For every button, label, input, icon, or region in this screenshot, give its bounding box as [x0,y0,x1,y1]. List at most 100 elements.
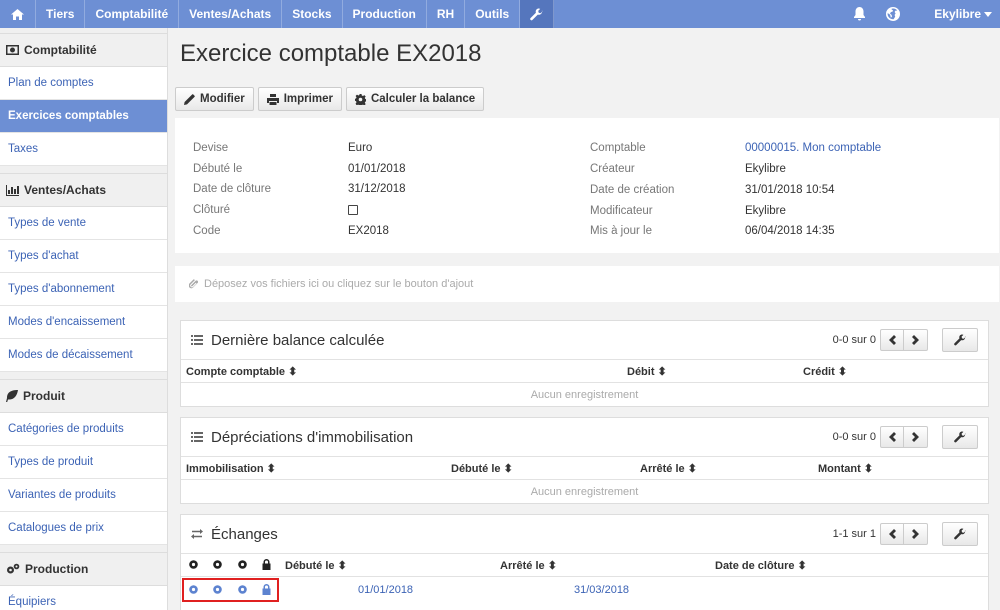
paperclip-icon [189,278,198,288]
column-debute-le[interactable]: Débuté le ⬍ [285,559,347,572]
sidebar-item-modes-de-decaissement[interactable]: Modes de décaissement [0,339,167,372]
table-header: Compte comptable ⬍ Débit ⬍ Crédit ⬍ [181,360,988,383]
top-navbar: Tiers Comptabilité Ventes/Achats Stocks … [0,0,1000,28]
label-cloture: Clôturé [193,204,231,216]
pager: 0-0 sur 0 [833,328,978,352]
value-mis-a-jour-le: 06/04/2018 14:35 [745,225,835,237]
highlight-box [182,578,279,602]
record-count: 0-0 sur 0 [832,431,876,443]
label-createur: Créateur [590,163,635,175]
nav-outils[interactable]: Outils [465,0,521,28]
panel-header: Échanges 1-1 sur 1 [181,515,988,554]
label-modificateur: Modificateur [590,205,653,217]
language-button[interactable] [876,0,910,28]
nav-settings[interactable] [520,0,555,28]
file-dropzone[interactable]: Déposez vos fichiers ici ou cliquez sur … [175,266,999,302]
panel-title: Dépréciations d'immobilisation [211,428,414,446]
table-settings-button[interactable] [942,522,978,546]
edit-button[interactable]: Modifier [175,87,254,111]
sidebar-item-taxes[interactable]: Taxes [0,133,167,166]
nav-production[interactable]: Production [343,0,427,28]
next-page-button[interactable] [904,329,928,351]
column-compte-comptable[interactable]: Compte comptable ⬍ [186,365,297,378]
panel-title: Dernière balance calculée [211,331,385,349]
label-devise: Devise [193,142,229,154]
row-end-date-link[interactable]: 31/03/2018 [574,584,629,596]
value-comptable-link[interactable]: 00000015. Mon comptable [745,142,881,154]
panel-depreciations: Dépréciations d'immobilisation 0-0 sur 0… [180,417,989,504]
gear-icon [354,93,366,105]
sidebar-group-produit: Produit [0,380,167,413]
sidebar-item-variantes-de-produits[interactable]: Variantes de produits [0,479,167,512]
table-header: Débuté le ⬍ Arrêté le ⬍ Date de clôture … [181,554,988,577]
column-arrete-le[interactable]: Arrêté le ⬍ [500,559,557,572]
wrench-icon [954,528,966,540]
nav-stocks[interactable]: Stocks [282,0,343,28]
sidebar-item-types-de-vente[interactable]: Types de vente [0,207,167,240]
column-arrete-le[interactable]: Arrêté le ⬍ [640,462,697,475]
nav-tiers[interactable]: Tiers [36,0,86,28]
notifications-button[interactable] [843,0,876,28]
column-montant[interactable]: Montant ⬍ [818,462,873,475]
pager: 1-1 sur 1 [833,522,978,546]
sidebar-item-categories-de-produits[interactable]: Catégories de produits [0,413,167,446]
sidebar-item-catalogues-de-prix[interactable]: Catalogues de prix [0,512,167,545]
table-settings-button[interactable] [942,425,978,449]
label-mis-a-jour-le: Mis à jour le [590,225,652,237]
wrench-icon [954,431,966,443]
user-name: Ekylibre [934,7,981,21]
empty-message: Aucun enregistrement [530,485,639,498]
calculate-balance-button[interactable]: Calculer la balance [345,87,485,111]
panel-header: Dernière balance calculée 0-0 sur 0 [181,321,988,360]
record-count: 0-0 sur 0 [832,334,876,346]
nav-home[interactable] [0,0,36,28]
chevron-right-icon [912,335,919,345]
list-icon [191,335,203,345]
column-credit[interactable]: Crédit ⬍ [803,365,847,378]
value-cloture [348,204,358,216]
column-immobilisation[interactable]: Immobilisation ⬍ [186,462,276,475]
sidebar-item-modes-d-encaissement[interactable]: Modes d'encaissement [0,306,167,339]
sidebar-item-types-d-achat[interactable]: Types d'achat [0,240,167,273]
next-page-button[interactable] [904,523,928,545]
previous-page-button[interactable] [880,426,904,448]
cloture-checkbox [348,204,358,215]
home-icon [11,8,24,20]
sidebar-item-exercices-comptables[interactable]: Exercices comptables [0,100,167,133]
sidebar-item-plan-de-comptes[interactable]: Plan de comptes [0,67,167,100]
record-count: 1-1 sur 1 [832,528,876,540]
caret-down-icon [984,11,992,17]
sidebar-item-equipiers[interactable]: Équipiers [0,586,167,610]
panel-title: Échanges [211,525,278,543]
pencil-icon [184,93,195,105]
globe-icon [886,7,901,21]
nav-rh[interactable]: RH [427,0,466,28]
user-menu[interactable]: Ekylibre [910,0,1000,28]
gear-icon [213,560,222,569]
table-settings-button[interactable] [942,328,978,352]
value-createur: Ekylibre [745,163,786,175]
value-devise: Euro [348,142,373,154]
pager: 0-0 sur 0 [833,425,978,449]
column-date-de-cloture[interactable]: Date de clôture ⬍ [715,559,807,572]
value-date-de-creation: 31/01/2018 10:54 [745,184,835,196]
label-date-de-creation: Date de création [590,184,675,196]
next-page-button[interactable] [904,426,928,448]
previous-page-button[interactable] [880,523,904,545]
toolbar: Modifier Imprimer Calculer la balance [175,87,485,111]
exchange-icon [191,529,203,539]
print-button[interactable]: Imprimer [257,87,342,111]
column-debute-le[interactable]: Débuté le ⬍ [451,462,513,475]
chevron-right-icon [912,432,919,442]
nav-comptabilite[interactable]: Comptabilité [85,0,180,28]
column-debit[interactable]: Débit ⬍ [627,365,667,378]
leaf-icon [6,390,18,402]
nav-ventes-achats[interactable]: Ventes/Achats [179,0,283,28]
value-modificateur: Ekylibre [745,205,786,217]
sidebar-item-types-d-abonnement[interactable]: Types d'abonnement [0,273,167,306]
row-start-date-link[interactable]: 01/01/2018 [358,584,413,596]
sidebar-item-types-de-produit[interactable]: Types de produit [0,446,167,479]
value-code: EX2018 [348,225,389,237]
previous-page-button[interactable] [880,329,904,351]
wrench-icon [954,334,966,346]
